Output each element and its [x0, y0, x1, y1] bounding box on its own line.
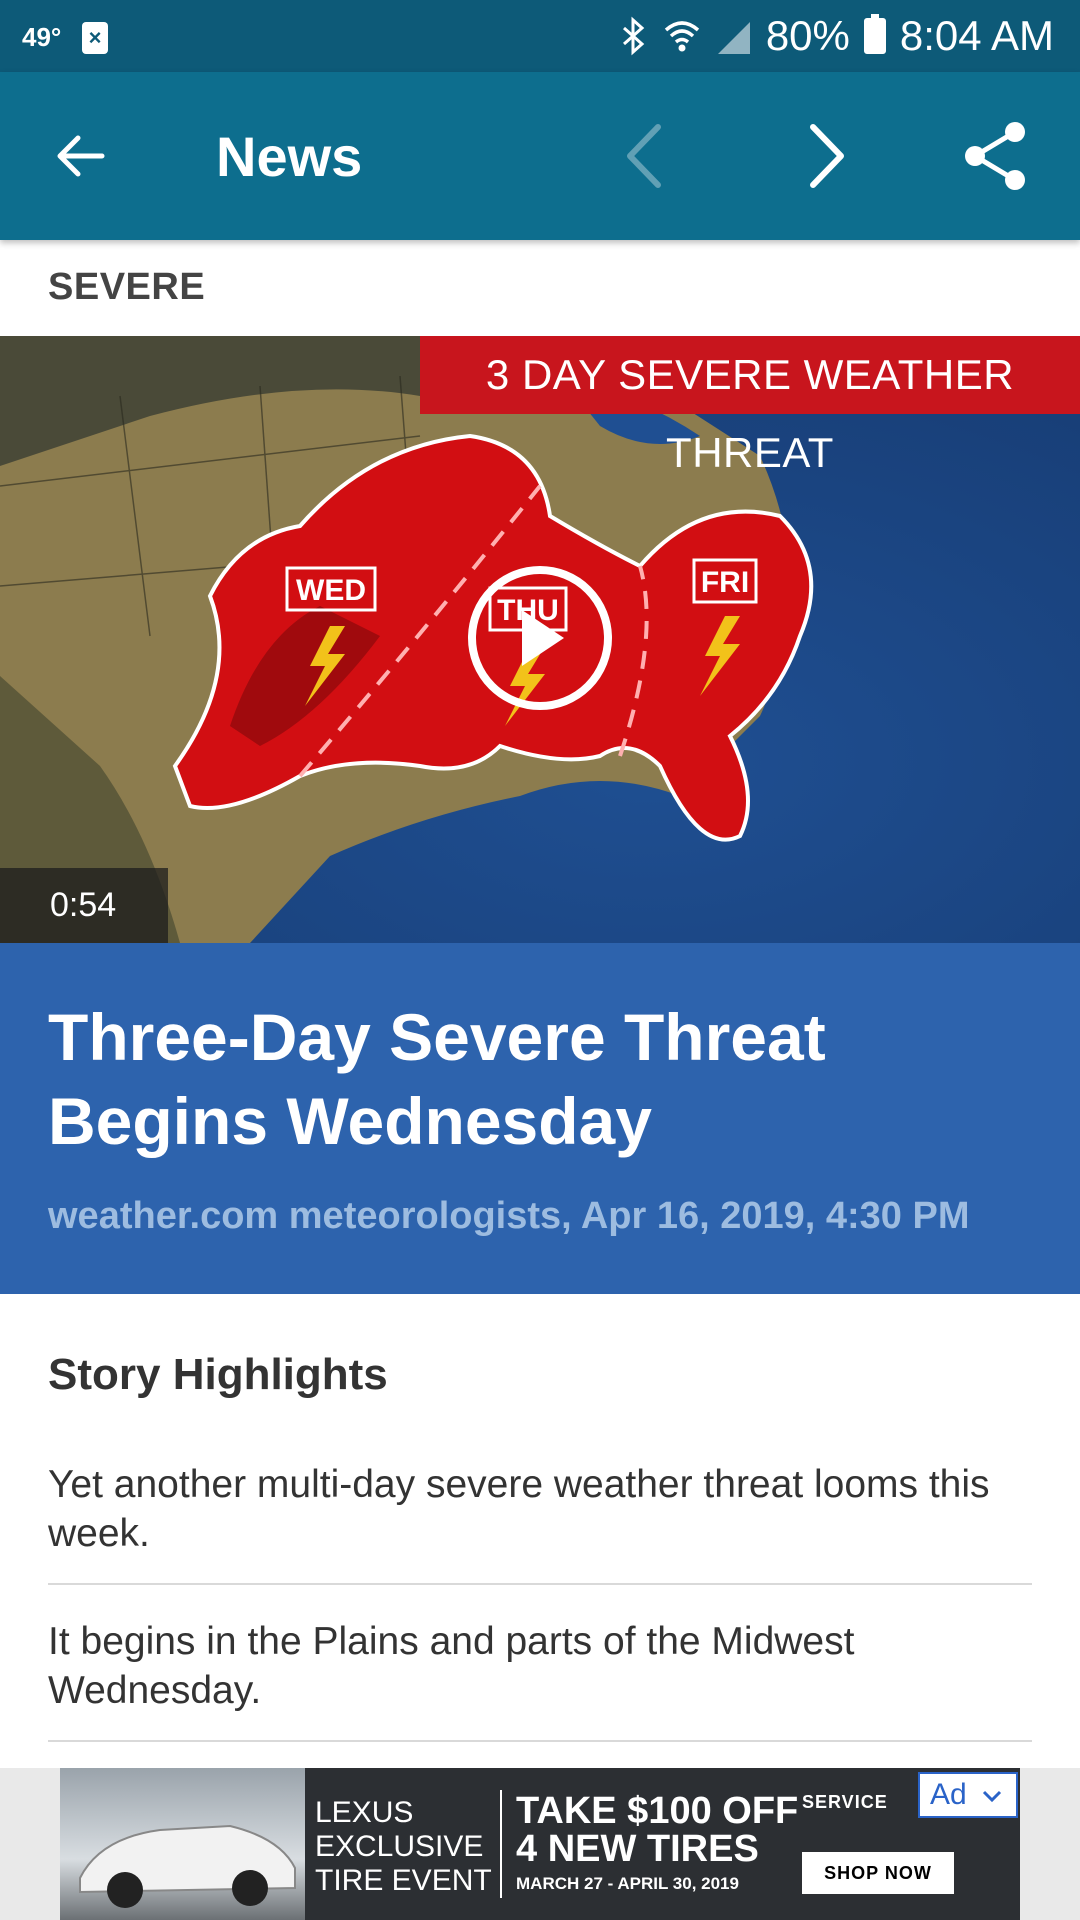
video-banner: 3 DAY SEVERE WEATHER THREAT — [420, 336, 1080, 476]
article-headline: Three-Day Severe Threat Begins Wednesday — [48, 1000, 826, 1158]
ad-brand-text: LEXUS EXCLUSIVE TIRE EVENT — [315, 1796, 492, 1898]
page-title: News — [216, 125, 363, 188]
share-button[interactable] — [956, 116, 1036, 196]
highlight-item: It begins in the Plains and parts of the… — [48, 1620, 855, 1712]
category-label: SEVERE — [48, 266, 206, 308]
arrow-left-icon — [57, 135, 105, 177]
status-temperature: 49° — [22, 22, 62, 52]
map-label-fri: FRI — [701, 566, 749, 599]
signal-icon — [717, 22, 750, 54]
ad-banner[interactable]: LEXUS EXCLUSIVE TIRE EVENT TAKE $100 OFF… — [60, 1768, 1020, 1920]
ad-shop-now-button[interactable]: SHOP NOW — [802, 1852, 954, 1894]
ad-dates: MARCH 27 - APRIL 30, 2019 — [516, 1874, 739, 1893]
ad-divider — [500, 1790, 502, 1898]
video-player[interactable]: WED THU FRI 3 DAY SEVERE WEATHER THREAT … — [0, 336, 1080, 943]
headline-panel: Three-Day Severe Threat Begins Wednesday… — [0, 943, 1080, 1294]
battery-icon — [863, 14, 886, 54]
status-bar: 49° × 80% 8:04 AM — [0, 0, 1080, 72]
article-byline: weather.com meteorologists, Apr 16, 2019… — [48, 1195, 970, 1237]
wifi-icon — [664, 21, 699, 52]
notification-icon: × — [82, 22, 108, 54]
divider — [48, 1740, 1032, 1742]
back-button[interactable] — [40, 116, 120, 196]
next-article-button[interactable] — [786, 116, 866, 196]
ad-offer-line: TAKE $100 OFF — [516, 1790, 799, 1832]
previous-article-button[interactable] — [605, 116, 685, 196]
ad-offer-text: TAKE $100 OFF 4 NEW TIRES — [516, 1792, 798, 1868]
chevron-left-icon — [627, 124, 661, 188]
share-icon — [965, 122, 1025, 190]
play-icon — [522, 610, 564, 666]
highlight-item: Yet another multi-day severe weather thr… — [48, 1463, 990, 1555]
map-label-wed: WED — [296, 574, 366, 607]
ad-brand-line: EXCLUSIVE — [315, 1830, 484, 1863]
status-right: 80% 8:04 AM — [620, 12, 1054, 60]
status-time: 8:04 AM — [899, 12, 1054, 59]
ad-badge-label: Ad — [930, 1778, 967, 1811]
ad-service-label: SERVICE — [802, 1792, 888, 1812]
ad-brand-line: LEXUS — [315, 1796, 414, 1829]
battery-percent: 80% — [765, 12, 850, 59]
app-bar: News — [0, 72, 1080, 240]
play-button[interactable] — [468, 566, 612, 710]
chevron-right-icon — [810, 124, 844, 188]
divider — [48, 1583, 1032, 1585]
ad-car-image — [60, 1768, 305, 1920]
bluetooth-icon — [622, 16, 645, 56]
ad-brand-line: TIRE EVENT — [315, 1864, 492, 1897]
video-duration: 0:54 — [0, 868, 168, 943]
ad-badge[interactable]: Ad — [918, 1772, 1018, 1818]
chevron-down-icon — [982, 1791, 1002, 1803]
ad-offer-line: 4 NEW TIRES — [516, 1828, 759, 1870]
story-highlights-title: Story Highlights — [48, 1350, 388, 1399]
